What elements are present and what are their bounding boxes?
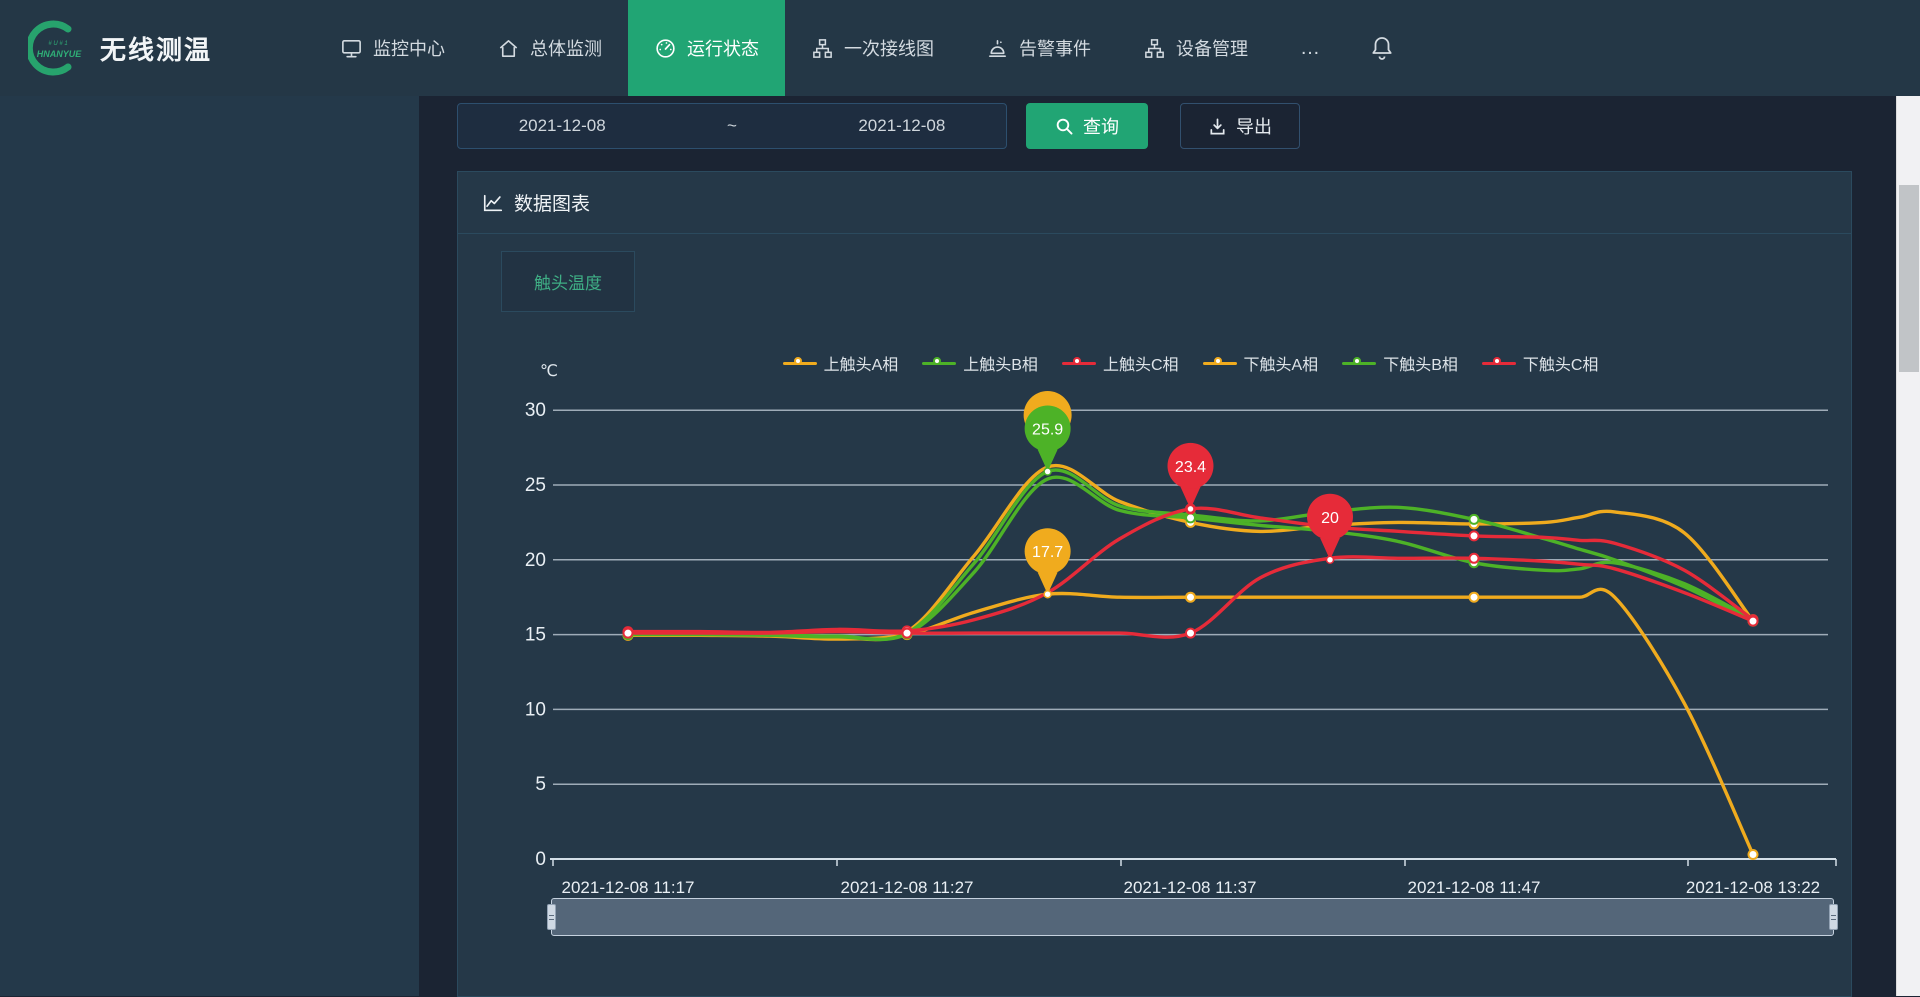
nav-item-device-tree[interactable]: 设备管理: [1117, 0, 1274, 96]
nav-menu: 监控中心 总体监测 运行状态 一次接线图 告警事件 设备管理: [314, 0, 1274, 96]
nav-item-label: 总体监测: [530, 35, 602, 61]
data-point-dot: [1749, 617, 1758, 626]
svg-text:2021-12-08 11:47: 2021-12-08 11:47: [1408, 878, 1541, 897]
chart-legend: 上触头A相 上触头B相 上触头C相 下触头A相 下触头B相 下触头C相: [553, 350, 1828, 376]
svg-text:0: 0: [535, 849, 546, 870]
monitor-icon: [340, 37, 363, 60]
max-value-pin: 23.4: [1168, 443, 1214, 513]
data-point-dot: [903, 629, 912, 638]
nav-item-alarm[interactable]: 告警事件: [960, 0, 1117, 96]
max-value-pin: 25.9: [1025, 406, 1071, 476]
wiring-diagram-icon: [811, 37, 834, 60]
legend-item[interactable]: 下触头B相: [1342, 351, 1458, 375]
svg-text:2021-12-08 13:22: 2021-12-08 13:22: [1686, 878, 1820, 897]
data-point-dot: [1749, 850, 1758, 859]
company-logo-icon: # U # 1 HNANYUE: [28, 20, 84, 76]
legend-item[interactable]: 上触头A相: [783, 351, 899, 375]
app-title: 无线测温: [100, 30, 212, 67]
svg-text:17.7: 17.7: [1032, 544, 1063, 561]
zoom-slider-left-handle[interactable]: [547, 904, 556, 930]
legend-marker-icon: [1203, 357, 1237, 369]
legend-marker-icon: [1482, 357, 1516, 369]
legend-label: 上触头A相: [824, 351, 899, 375]
legend-item[interactable]: 下触头A相: [1203, 351, 1319, 375]
nav-item-label: 告警事件: [1019, 35, 1091, 61]
home-icon: [497, 37, 520, 60]
svg-text:2021-12-08 11:17: 2021-12-08 11:17: [562, 878, 695, 897]
data-point-dot: [1186, 629, 1195, 638]
data-point-dot: [1186, 513, 1195, 522]
nav-item-label: 设备管理: [1176, 35, 1248, 61]
legend-label: 下触头C相: [1523, 351, 1599, 375]
alarm-icon: [986, 37, 1009, 60]
bell-icon: [1370, 35, 1394, 61]
legend-label: 下触头A相: [1244, 351, 1319, 375]
nav-item-wiring-diagram[interactable]: 一次接线图: [785, 0, 960, 96]
nav-item-label: 监控中心: [373, 35, 445, 61]
svg-text:23.4: 23.4: [1175, 459, 1206, 476]
legend-label: 下触头B相: [1383, 351, 1458, 375]
logo-text: HNANYUE: [37, 49, 83, 59]
svg-text:# U # 1: # U # 1: [48, 41, 67, 47]
legend-item[interactable]: 上触头C相: [1062, 351, 1179, 375]
gauge-icon: [654, 37, 677, 60]
max-value-pin: 20: [1307, 494, 1353, 564]
zoom-slider-right-handle[interactable]: [1829, 904, 1838, 930]
chart-zoom-slider[interactable]: [551, 898, 1834, 936]
data-point-dot: [1186, 593, 1195, 602]
temperature-chart-canvas[interactable]: 0 5 10 15 20 25 30 2021-12-08 11:17 2021-12-08 1…: [0, 0, 1920, 996]
data-point-dot: [624, 629, 633, 638]
svg-text:15: 15: [525, 625, 546, 646]
data-point-dot: [1470, 554, 1479, 563]
legend-item[interactable]: 下触头C相: [1482, 351, 1599, 375]
device-tree-icon: [1143, 37, 1166, 60]
svg-text:5: 5: [535, 774, 546, 795]
legend-marker-icon: [922, 357, 956, 369]
svg-text:30: 30: [525, 400, 546, 421]
notification-bell-button[interactable]: [1348, 35, 1416, 61]
legend-marker-icon: [783, 357, 817, 369]
legend-marker-icon: [1342, 357, 1376, 369]
svg-text:25.9: 25.9: [1032, 422, 1063, 439]
nav-item-monitor[interactable]: 监控中心: [314, 0, 471, 96]
svg-text:20: 20: [525, 550, 546, 571]
svg-text:10: 10: [525, 699, 546, 720]
legend-label: 上触头B相: [963, 351, 1038, 375]
data-point-dot: [1470, 531, 1479, 540]
nav-item-label: 一次接线图: [844, 35, 934, 61]
navbar: # U # 1 HNANYUE 无线测温 监控中心 总体监测 运行状态 一次接线图 告警…: [0, 0, 1920, 96]
max-value-pin: 17.7: [1025, 528, 1071, 598]
legend-label: 上触头C相: [1103, 351, 1179, 375]
nav-item-label: 运行状态: [687, 35, 759, 61]
svg-text:2021-12-08 11:27: 2021-12-08 11:27: [841, 878, 974, 897]
data-point-dot: [1470, 593, 1479, 602]
svg-text:20: 20: [1321, 510, 1339, 527]
data-point-dot: [1470, 515, 1479, 524]
svg-text:25: 25: [525, 475, 546, 496]
nav-item-gauge[interactable]: 运行状态: [628, 0, 785, 96]
nav-more-button[interactable]: …: [1274, 37, 1348, 60]
svg-text:2021-12-08 11:37: 2021-12-08 11:37: [1124, 878, 1257, 897]
nav-item-home[interactable]: 总体监测: [471, 0, 628, 96]
brand: # U # 1 HNANYUE 无线测温: [28, 20, 212, 76]
legend-marker-icon: [1062, 357, 1096, 369]
legend-item[interactable]: 上触头B相: [922, 351, 1038, 375]
